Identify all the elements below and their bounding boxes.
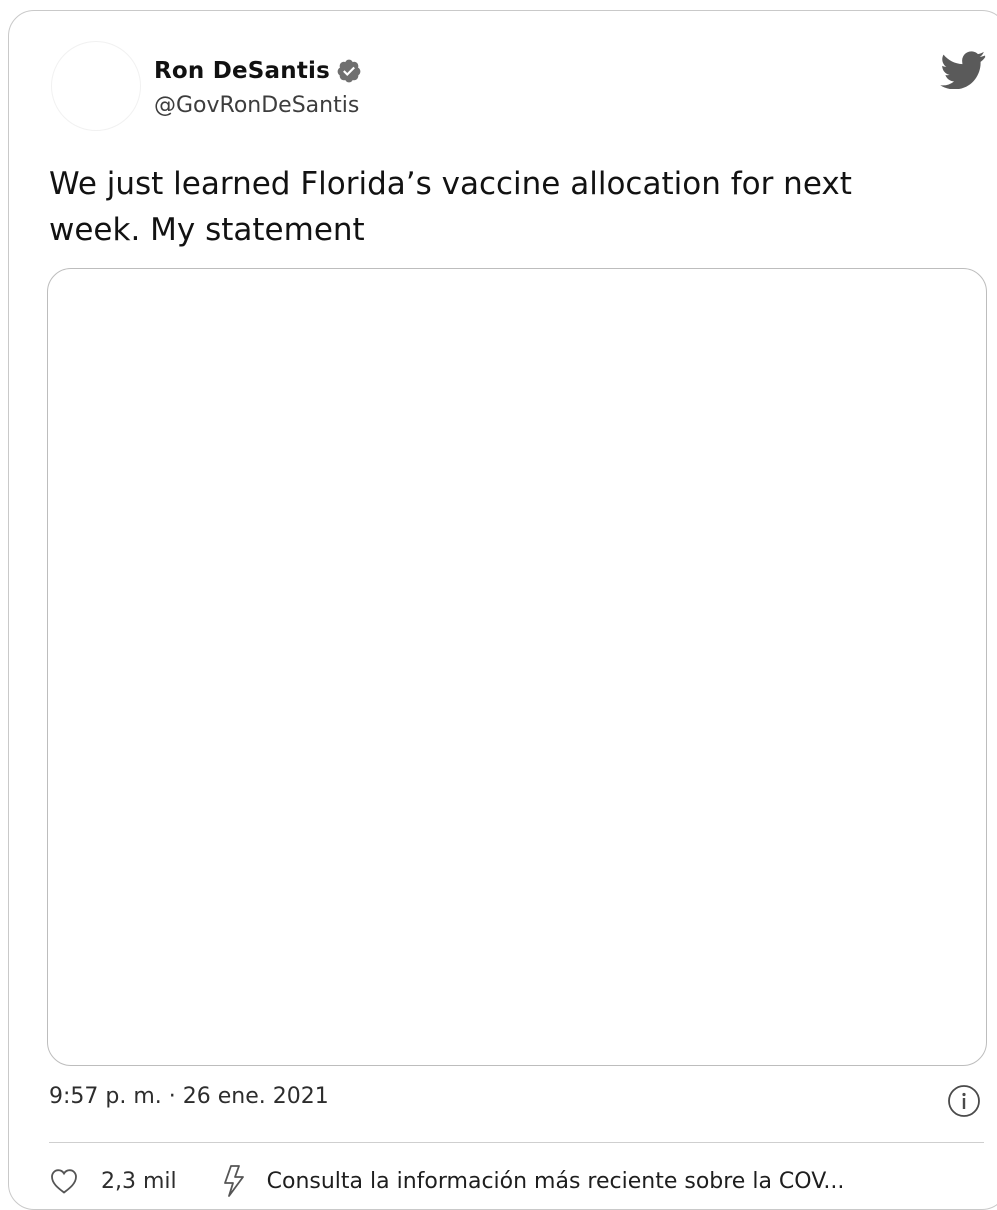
display-name[interactable]: Ron DeSantis [154, 58, 330, 84]
covid-info-link[interactable]: Consulta la información más reciente sob… [267, 1169, 927, 1194]
tweet-text: We just learned Florida’s vaccine alloca… [49, 166, 852, 248]
info-icon[interactable] [947, 1084, 981, 1118]
divider [49, 1142, 984, 1143]
author-handle[interactable]: @GovRonDeSantis [154, 93, 359, 118]
lightning-icon[interactable] [219, 1163, 249, 1199]
heart-icon[interactable] [49, 1166, 79, 1196]
like-count[interactable]: 2,3 mil [101, 1169, 177, 1194]
verified-badge-icon [336, 58, 362, 84]
author-name-row[interactable]: Ron DeSantis [154, 55, 362, 87]
tweet-card: Ron DeSantis @GovRonDeSantis We just lea… [8, 10, 997, 1210]
tweet-timestamp[interactable]: 9:57 p. m. · 26 ene. 2021 [49, 1084, 329, 1109]
media-attachment[interactable] [47, 268, 987, 1066]
twitter-bird-icon[interactable] [939, 51, 987, 90]
tweet-actions: 2,3 mil Consulta la información más reci… [49, 1161, 927, 1201]
avatar[interactable] [51, 41, 141, 131]
